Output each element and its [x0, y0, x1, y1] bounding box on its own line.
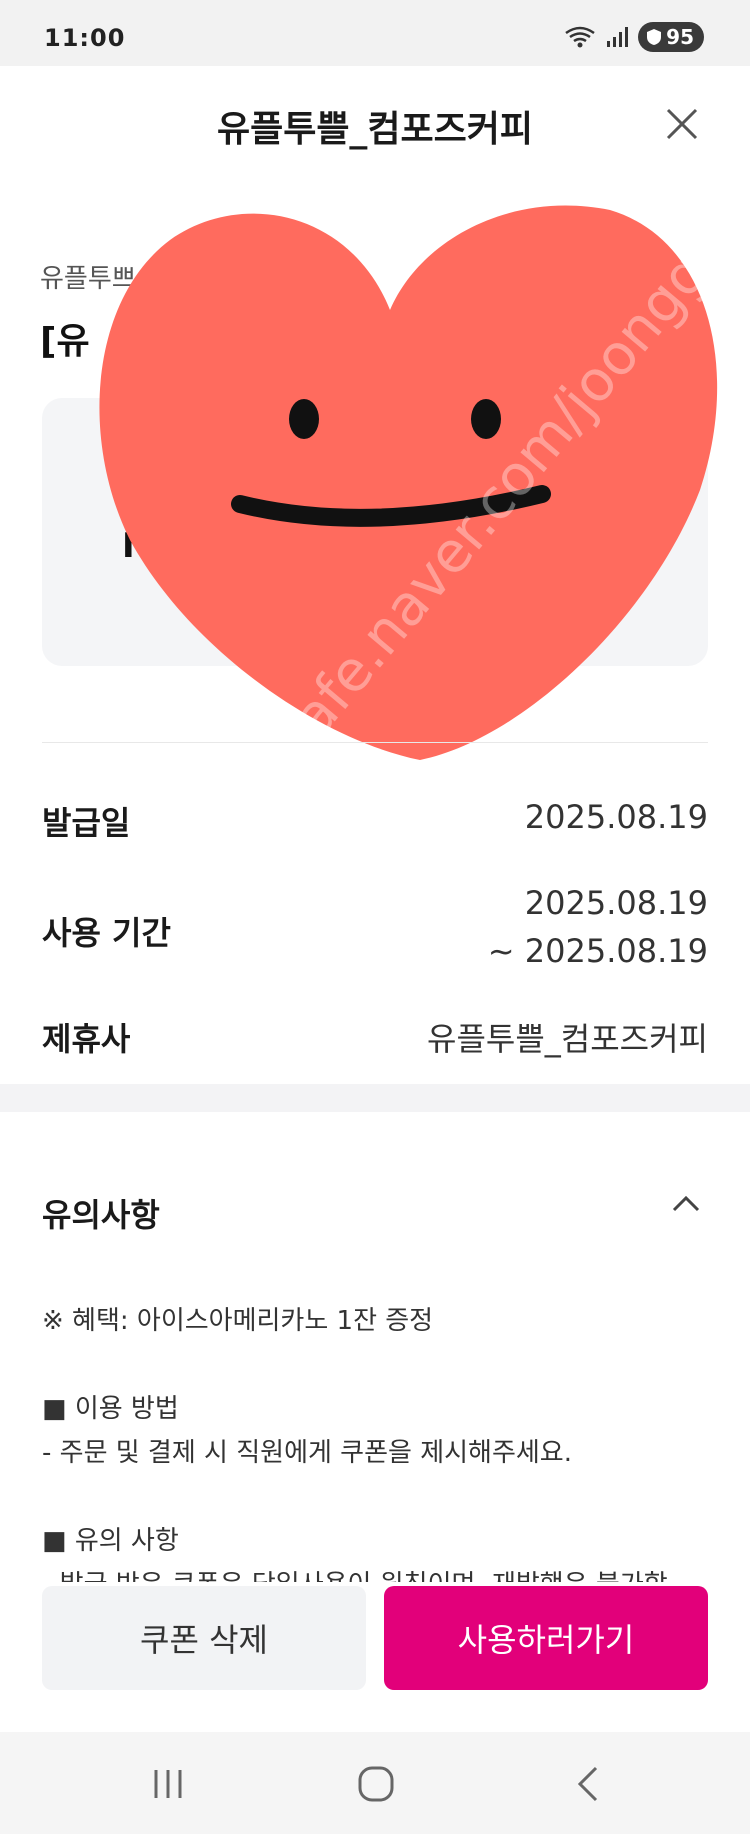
partner-label: 제휴사: [42, 1020, 131, 1058]
back-icon[interactable]: [566, 1762, 610, 1806]
issue-date-label: 발급일: [42, 804, 131, 842]
page-title: 유플투쁠_컴포즈커피: [216, 109, 534, 150]
period-label: 사용 기간: [42, 914, 171, 952]
notice-usage-heading: ■ 이용 방법: [42, 1394, 179, 1424]
issue-date-row: 발급일 2025.08.19: [42, 798, 708, 842]
notice-header[interactable]: 유의사항: [42, 1190, 160, 1236]
left-eye: [289, 399, 319, 439]
use-coupon-button[interactable]: 사용하러가기: [384, 1586, 708, 1690]
system-nav-bar: [0, 1732, 750, 1834]
partner-value: 유플투쁠_컴포즈커피: [427, 1020, 708, 1058]
right-eye: [471, 399, 501, 439]
battery-level: 95: [666, 25, 694, 49]
battery-badge: 95: [638, 22, 704, 52]
chevron-up-icon[interactable]: [670, 1192, 702, 1216]
notice-benefit: ※ 혜택: 아이스아메리카노 1잔 증정: [42, 1306, 434, 1336]
period-start: 2025.08.19: [524, 884, 708, 922]
period-end: ~ 2025.08.19: [487, 932, 708, 970]
notice-usage-text: - 주문 및 결제 시 직원에게 쿠폰을 제시해주세요.: [42, 1438, 572, 1468]
signal-icon: [607, 27, 629, 47]
home-icon[interactable]: [354, 1762, 398, 1806]
notice-caution-text: - 발급 받은 쿠폰은 당일사용이 원칙이며, 재발행은 불가합: [42, 1564, 668, 1584]
section-gap: [0, 1084, 750, 1112]
period-row: 사용 기간 2025.08.19 ~ 2025.08.19: [42, 884, 708, 984]
heart-sticker: cafe.naver.com/joonggonara: [99, 200, 720, 770]
issue-date-value: 2025.08.19: [524, 798, 708, 836]
coupon-title: [유: [40, 321, 90, 362]
shield-icon: [647, 29, 662, 45]
divider: [42, 742, 708, 743]
status-bar: 11:00 95: [0, 0, 750, 66]
app-header: 유플투쁠_컴포즈커피: [0, 66, 750, 176]
notice-caution-heading: ■ 유의 사항: [42, 1526, 179, 1556]
recent-apps-icon[interactable]: [146, 1762, 190, 1806]
status-icons: 95: [564, 22, 704, 52]
close-icon[interactable]: [662, 104, 702, 144]
wifi-icon: [565, 26, 595, 48]
partner-row: 제휴사 유플투쁠_컴포즈커피: [42, 1014, 708, 1058]
heart-shape: [99, 205, 718, 761]
delete-coupon-button[interactable]: 쿠폰 삭제: [42, 1586, 366, 1690]
bottom-action-bar: 쿠폰 삭제 사용하러가기: [0, 1582, 750, 1732]
status-time: 11:00: [44, 24, 126, 52]
